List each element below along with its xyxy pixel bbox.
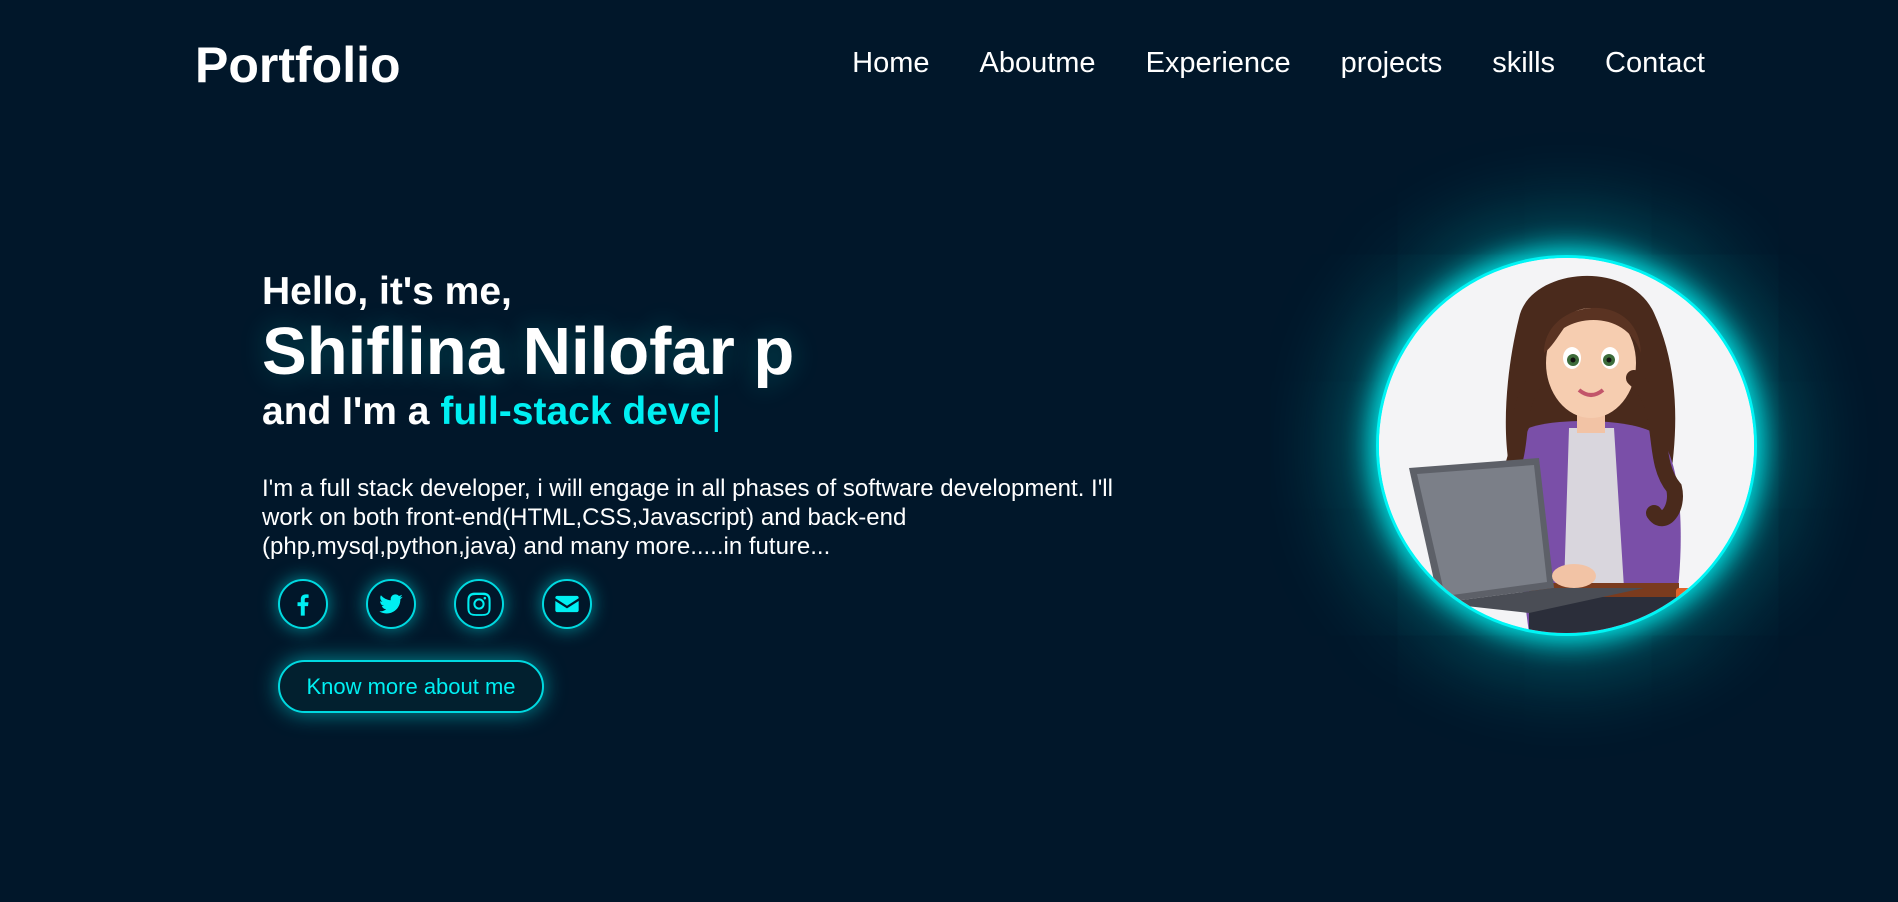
mail-icon (555, 595, 579, 613)
hero-description: I'm a full stack developer, i will engag… (262, 475, 1113, 560)
nav-skills[interactable]: skills (1492, 46, 1555, 80)
hero-greeting: Hello, it's me, (262, 270, 512, 313)
site-header: Portfolio Home Aboutme Experience projec… (0, 0, 1898, 130)
twitter-link[interactable] (366, 579, 416, 629)
nav-home[interactable]: Home (852, 46, 929, 80)
hero-role: and I'm a full-stack deve| (262, 388, 1162, 436)
facebook-icon (297, 594, 309, 616)
instagram-link[interactable] (454, 579, 504, 629)
main-nav: Home Aboutme Experience projects skills … (852, 46, 1705, 80)
avatar-illustration (1379, 258, 1754, 633)
profile-avatar (1379, 258, 1754, 633)
facebook-link[interactable] (278, 579, 328, 629)
nav-aboutme[interactable]: Aboutme (979, 46, 1095, 80)
nav-contact[interactable]: Contact (1605, 46, 1705, 80)
instagram-icon (467, 592, 491, 616)
hero-name: Shiflina Nilofar p (262, 314, 795, 389)
know-more-button[interactable]: Know more about me (278, 660, 544, 713)
nav-experience[interactable]: Experience (1146, 46, 1291, 80)
role-typed-text: full-stack deve (440, 390, 712, 433)
mail-link[interactable] (542, 579, 592, 629)
twitter-icon (379, 594, 403, 614)
role-prefix: and I'm a (262, 390, 430, 433)
hero-section: Hello, it's me, Shiflina Nilofar p and I… (262, 268, 1162, 561)
nav-projects[interactable]: projects (1341, 46, 1443, 80)
site-logo[interactable]: Portfolio (195, 36, 401, 94)
social-links (278, 579, 592, 629)
typing-caret: | (711, 390, 722, 433)
